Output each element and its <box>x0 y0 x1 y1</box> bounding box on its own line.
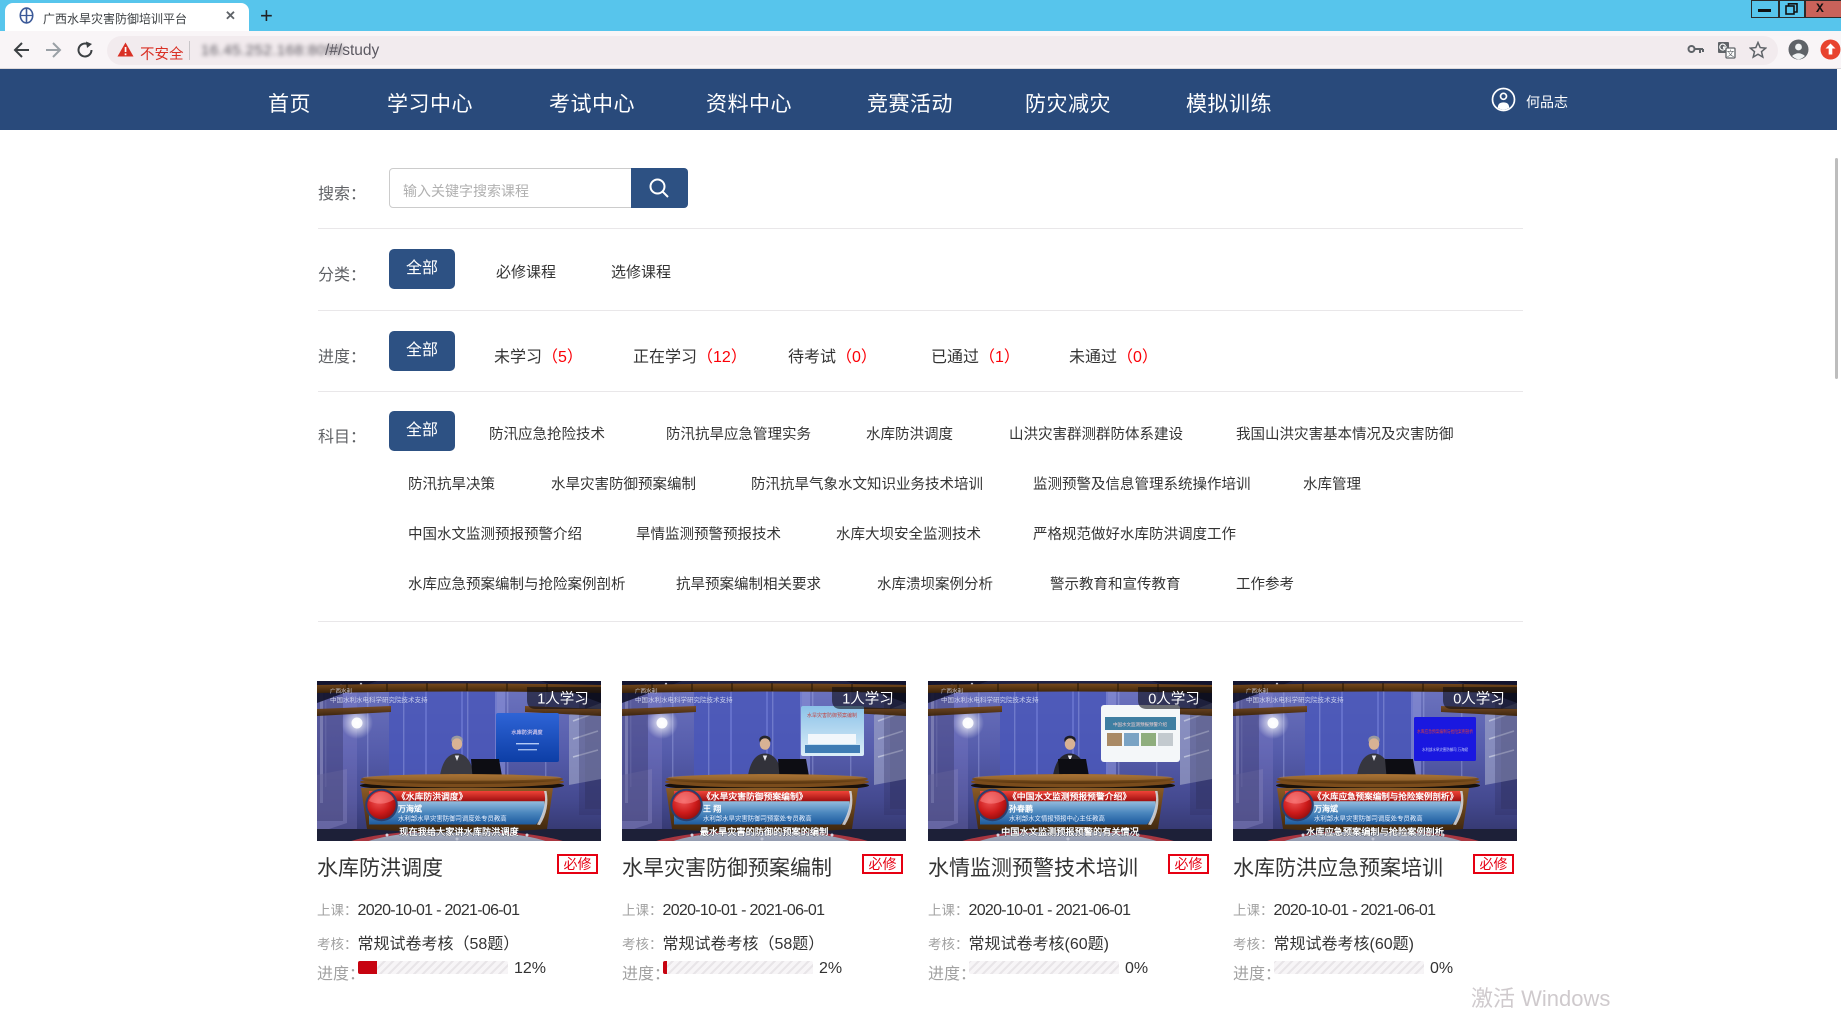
svg-text:文: 文 <box>1727 48 1735 58</box>
svg-text:广西水利: 广西水利 <box>1246 687 1268 695</box>
svg-text:现在我给大家讲水库防洪调度: 现在我给大家讲水库防洪调度 <box>399 826 519 837</box>
svg-text:《水旱灾害防御预案编制》: 《水旱灾害防御预案编制》 <box>702 791 808 802</box>
svg-text:水利部水旱灾害防御司调度处专员教高: 水利部水旱灾害防御司调度处专员教高 <box>1314 814 1423 823</box>
svg-text:水库应急预案编制与抢险案例剖析: 水库应急预案编制与抢险案例剖析 <box>1417 728 1473 735</box>
svg-text:水库防洪调度: 水库防洪调度 <box>511 728 543 736</box>
svg-text:《水库防洪调度》: 《水库防洪调度》 <box>397 791 467 802</box>
svg-text:1人学习: 1人学习 <box>842 691 894 708</box>
svg-text:水利部水文情报预报中心主任教高: 水利部水文情报预报中心主任教高 <box>1009 814 1105 823</box>
svg-text:中国水利水电科学研究院技术支持: 中国水利水电科学研究院技术支持 <box>330 695 428 704</box>
svg-text:广西水利: 广西水利 <box>941 687 963 695</box>
svg-text:中国水利水电科学研究院技术支持: 中国水利水电科学研究院技术支持 <box>635 695 733 704</box>
svg-text:水利部水旱灾害防御司 万海斌: 水利部水旱灾害防御司 万海斌 <box>1422 747 1468 752</box>
svg-text:广西水利: 广西水利 <box>330 687 352 695</box>
svg-text:中国水文监测预报预警介绍: 中国水文监测预报预警介绍 <box>1113 721 1167 728</box>
svg-text:王 翔: 王 翔 <box>703 804 721 814</box>
svg-text:《水库应急预案编制与抢险案例剖析》: 《水库应急预案编制与抢险案例剖析》 <box>1313 791 1458 802</box>
svg-text:1人学习: 1人学习 <box>537 691 589 708</box>
svg-text:万海斌: 万海斌 <box>397 804 422 814</box>
svg-text:水利部水旱灾害防御司调度处专员教高: 水利部水旱灾害防御司调度处专员教高 <box>398 814 507 823</box>
svg-text:万海斌: 万海斌 <box>1313 804 1338 814</box>
svg-text:水库应急预案编制与抢险案例剖析: 水库应急预案编制与抢险案例剖析 <box>1306 826 1444 837</box>
svg-text:最水旱灾害的防御的预案的编制: 最水旱灾害的防御的预案的编制 <box>700 826 829 837</box>
svg-text:孙春鹏: 孙春鹏 <box>1009 804 1033 814</box>
svg-text:0人学习: 0人学习 <box>1453 691 1505 708</box>
svg-text:广西水利: 广西水利 <box>635 687 657 695</box>
svg-text:中国水利水电科学研究院技术支持: 中国水利水电科学研究院技术支持 <box>1246 695 1344 704</box>
svg-text:中国水文监测预报预警的有关情况: 中国水文监测预报预警的有关情况 <box>1001 826 1140 837</box>
svg-text:《中国水文监测预报预警介绍》: 《中国水文监测预报预警介绍》 <box>1008 791 1131 802</box>
svg-text:0人学习: 0人学习 <box>1148 691 1200 708</box>
svg-text:中国水利水电科学研究院技术支持: 中国水利水电科学研究院技术支持 <box>941 695 1039 704</box>
svg-text:水旱灾害防御预案编制: 水旱灾害防御预案编制 <box>807 712 857 719</box>
svg-text:水利部水旱灾害防御司预案处专员教高: 水利部水旱灾害防御司预案处专员教高 <box>703 814 812 823</box>
